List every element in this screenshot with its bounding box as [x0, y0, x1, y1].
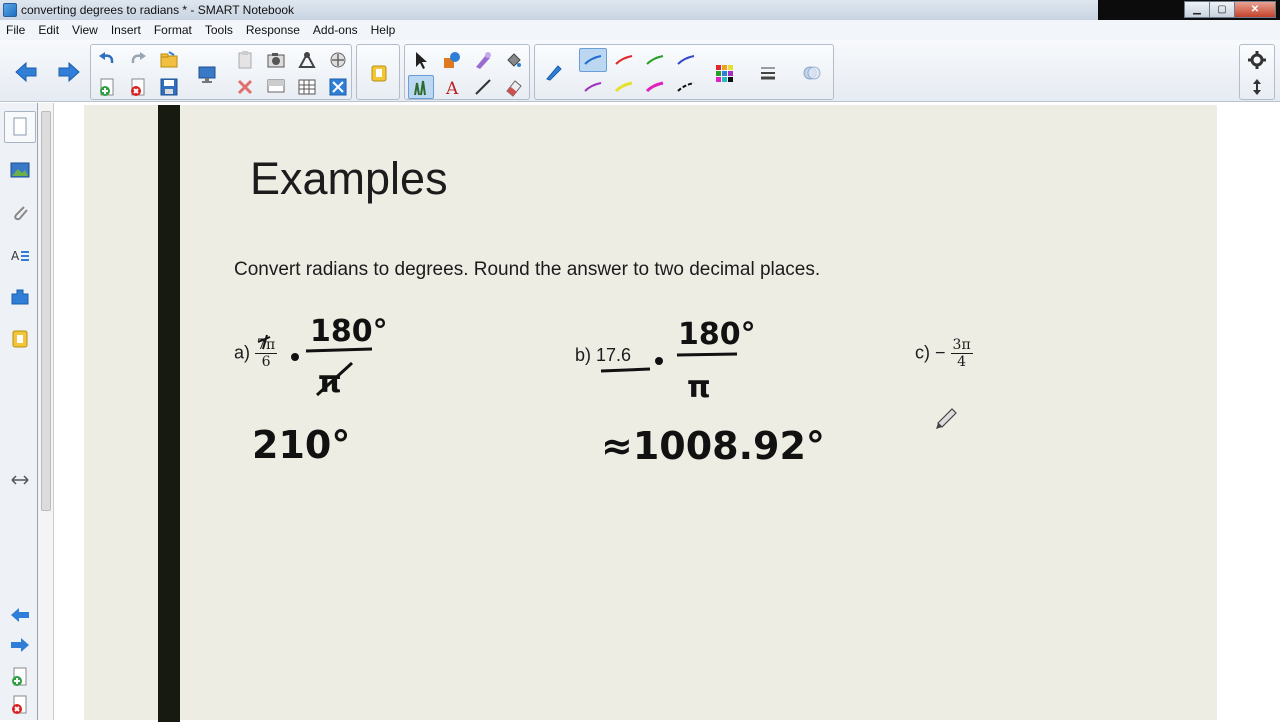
select-icon[interactable]	[410, 49, 432, 71]
ink-numerator-b: 180°	[678, 317, 756, 352]
undo-icon[interactable]	[96, 49, 118, 71]
delete-page-side-icon[interactable]	[8, 693, 32, 717]
ink-fraction-bar-a	[305, 347, 373, 353]
add-page-icon[interactable]	[96, 76, 118, 98]
next-page-icon[interactable]	[8, 633, 32, 657]
menu-view[interactable]: View	[72, 23, 98, 37]
forward-arrow-icon[interactable]	[55, 58, 83, 86]
menu-response[interactable]: Response	[246, 23, 300, 37]
add-ons-icon[interactable]	[8, 285, 32, 309]
toolbar-group-file	[90, 44, 352, 100]
clear-icon[interactable]	[234, 76, 256, 98]
page-sorter-icon[interactable]	[8, 115, 32, 139]
svg-text:A: A	[11, 249, 20, 263]
move-toolbar-icon[interactable]	[1246, 76, 1268, 98]
redo-icon[interactable]	[127, 49, 149, 71]
side-tabs: A	[0, 103, 38, 720]
window-title: converting degrees to radians * - SMART …	[21, 3, 295, 17]
back-arrow-icon[interactable]	[12, 58, 40, 86]
color-palette-icon[interactable]	[713, 62, 735, 84]
menu-add-ons[interactable]: Add-ons	[313, 23, 358, 37]
capture-icon[interactable]	[265, 49, 287, 71]
lines-icon[interactable]	[472, 76, 494, 98]
eraser-icon[interactable]	[503, 76, 525, 98]
open-icon[interactable]	[158, 49, 180, 71]
menu-edit[interactable]: Edit	[38, 23, 59, 37]
menu-help[interactable]: Help	[371, 23, 396, 37]
svg-text:A: A	[445, 79, 459, 97]
ink-answer-b: ≈1008.92°	[601, 424, 825, 468]
pen-settings-icon[interactable]	[543, 61, 565, 83]
full-screen-icon[interactable]	[327, 76, 349, 98]
settings-icon[interactable]	[1246, 49, 1268, 71]
whiteboard-canvas[interactable]: Examples Convert radians to degrees. Rou…	[54, 103, 1280, 722]
response-icon[interactable]	[368, 62, 390, 84]
pen-navy-icon[interactable]	[675, 49, 697, 71]
document-camera-icon[interactable]	[296, 49, 318, 71]
toolbar-group-response	[356, 44, 400, 100]
ink-answer-a: 210°	[252, 423, 350, 467]
delete-page-icon[interactable]	[127, 76, 149, 98]
title-bar: converting degrees to radians * - SMART …	[0, 0, 1280, 20]
resize-sidebar-icon[interactable]	[8, 468, 32, 492]
menu-bar: File Edit View Insert Format Tools Respo…	[0, 20, 1280, 40]
table-icon[interactable]	[296, 76, 318, 98]
fill-icon[interactable]	[503, 49, 525, 71]
toolbar: A	[0, 40, 1280, 102]
menu-insert[interactable]: Insert	[111, 23, 141, 37]
gallery-icon[interactable]	[8, 158, 32, 182]
sidebar-scrollbar[interactable]	[38, 103, 54, 720]
pen-magenta-icon[interactable]	[644, 76, 666, 98]
pen-green-icon[interactable]	[644, 49, 666, 71]
screen-shade-icon[interactable]	[265, 76, 287, 98]
magic-pen-icon[interactable]	[472, 49, 494, 71]
ink-underline-b	[600, 367, 651, 373]
ink-cancel-pi-a	[257, 334, 271, 350]
transparency-icon[interactable]	[801, 62, 823, 84]
pen-black-icon[interactable]	[675, 76, 697, 98]
pen-yellow-icon[interactable]	[613, 76, 635, 98]
toolbar-group-settings	[1239, 44, 1275, 100]
save-icon[interactable]	[158, 76, 180, 98]
toolbar-group-pens	[534, 44, 834, 100]
ink-layer[interactable]: 180° π 210° 180° π ≈1008.92°	[84, 105, 1217, 720]
display-icon[interactable]	[196, 63, 218, 85]
response-tab-icon[interactable]	[8, 327, 32, 351]
menu-tools[interactable]: Tools	[205, 23, 233, 37]
toolbar-group-tools: A	[404, 44, 530, 100]
minimize-button[interactable]: ▁	[1184, 1, 1210, 18]
pens-icon[interactable]	[408, 75, 434, 99]
app-icon	[3, 3, 17, 17]
window-controls: ▁ ▢ ✕	[1184, 1, 1276, 18]
line-style-icon[interactable]	[757, 62, 779, 84]
paste-icon[interactable]	[234, 49, 256, 71]
ink-dot-b	[655, 357, 663, 365]
close-button[interactable]: ✕	[1234, 1, 1276, 18]
menu-format[interactable]: Format	[154, 23, 192, 37]
properties-icon[interactable]: A	[8, 243, 32, 267]
previous-page-icon[interactable]	[8, 603, 32, 627]
pan-icon[interactable]	[327, 49, 349, 71]
pen-cursor-icon	[936, 408, 957, 429]
ink-denominator-b: π	[687, 370, 711, 405]
shapes-icon[interactable]	[441, 49, 463, 71]
ink-dot-a	[291, 353, 299, 361]
add-page-side-icon[interactable]	[8, 665, 32, 689]
menu-file[interactable]: File	[6, 23, 25, 37]
ink-numerator-a: 180°	[310, 314, 388, 349]
attachments-icon[interactable]	[8, 200, 32, 224]
slide-page[interactable]: Examples Convert radians to degrees. Rou…	[84, 105, 1217, 722]
maximize-button[interactable]: ▢	[1209, 1, 1235, 18]
pen-blue-icon[interactable]	[579, 48, 607, 72]
scrollbar-thumb[interactable]	[41, 111, 51, 511]
pen-purple-icon[interactable]	[582, 76, 604, 98]
pen-red-icon[interactable]	[613, 49, 635, 71]
ink-fraction-bar-b	[676, 352, 738, 357]
text-icon[interactable]: A	[441, 76, 463, 98]
